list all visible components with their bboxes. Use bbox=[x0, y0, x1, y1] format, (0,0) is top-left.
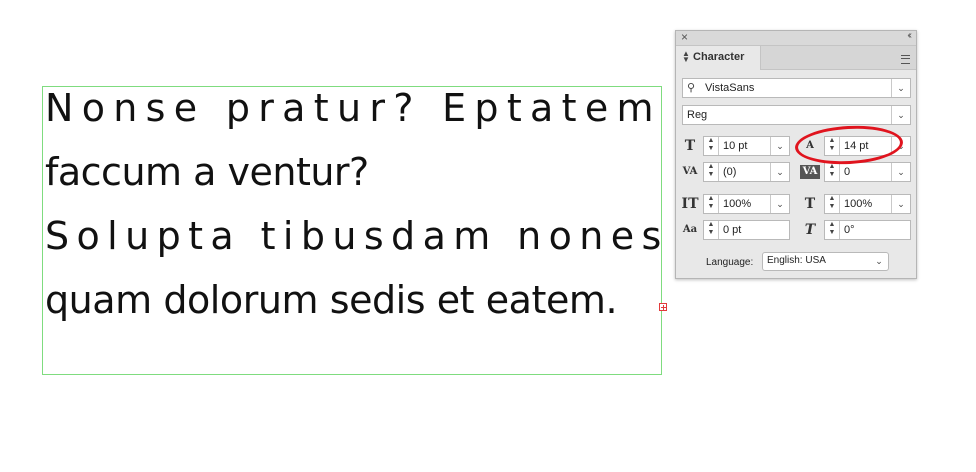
chevron-down-icon[interactable]: ⌄ bbox=[770, 195, 789, 213]
language-value: English: USA bbox=[767, 255, 826, 266]
tracking-icon: VA bbox=[800, 165, 820, 179]
font-style-field[interactable]: Reg ⌄ bbox=[682, 105, 911, 125]
kerning-stepper[interactable]: ▲ ▼ bbox=[704, 163, 719, 181]
horizontal-scale-icon: T bbox=[804, 196, 816, 212]
chevron-down-icon[interactable]: ⌄ bbox=[891, 195, 910, 213]
horizontal-scale-value: 100% bbox=[844, 198, 873, 210]
panel-title: Character bbox=[693, 51, 745, 63]
language-label: Language: bbox=[706, 257, 754, 268]
font-size-value: 10 pt bbox=[723, 140, 748, 152]
overset-text-icon[interactable] bbox=[659, 303, 667, 311]
language-select[interactable]: English: USA ⌄ bbox=[762, 252, 889, 271]
kerning-field[interactable]: ▲ ▼ (0) ⌄ bbox=[703, 162, 790, 182]
panel-title-bar[interactable]: × ‹‹ bbox=[676, 30, 916, 46]
chevron-down-icon[interactable]: ⌄ bbox=[891, 106, 910, 124]
tab-character[interactable]: ▲ ▼ Character bbox=[676, 46, 761, 70]
baseline-shift-value: 0 pt bbox=[723, 224, 742, 236]
vertical-scale-icon: IT bbox=[681, 196, 699, 212]
skew-field[interactable]: ▲ ▼ 0° bbox=[824, 220, 911, 240]
baseline-shift-icon: Aa bbox=[682, 224, 698, 235]
collapse-icon[interactable]: ‹‹ bbox=[907, 30, 911, 41]
tracking-field[interactable]: ▲ ▼ 0 ⌄ bbox=[824, 162, 911, 182]
search-icon: ⚲ bbox=[687, 82, 696, 94]
kerning-value: (0) bbox=[723, 166, 737, 178]
font-family-value: VistaSans bbox=[705, 82, 755, 94]
chevron-down-icon[interactable]: ⌄ bbox=[891, 79, 910, 97]
tracking-stepper[interactable]: ▲ ▼ bbox=[825, 163, 840, 181]
tab-bar bbox=[761, 46, 916, 70]
baseline-shift-stepper[interactable]: ▲ ▼ bbox=[704, 221, 719, 239]
text-line-2: faccum a ventur? bbox=[45, 150, 369, 194]
font-family-field[interactable]: ⚲ VistaSans ⌄ bbox=[682, 78, 911, 98]
text-line-3: Solupta tibusdam nones bbox=[45, 214, 669, 258]
panel-menu-icon[interactable] bbox=[901, 55, 910, 64]
skew-icon: T bbox=[804, 222, 816, 238]
chevron-down-icon[interactable]: ⌄ bbox=[770, 163, 789, 181]
font-size-field[interactable]: ▲ ▼ 10 pt ⌄ bbox=[703, 136, 790, 156]
skew-value: 0° bbox=[844, 224, 855, 236]
chevron-down-icon[interactable]: ⌄ bbox=[870, 253, 888, 270]
horizontal-scale-field[interactable]: ▲ ▼ 100% ⌄ bbox=[824, 194, 911, 214]
text-line-1: Nonse pratur? Eptatem bbox=[45, 86, 662, 130]
font-style-value: Reg bbox=[687, 109, 708, 121]
skew-stepper[interactable]: ▲ ▼ bbox=[825, 221, 840, 239]
vertical-scale-value: 100% bbox=[723, 198, 752, 210]
text-line-4: quam dolorum sedis et eatem. bbox=[45, 278, 618, 322]
horizontal-scale-stepper[interactable]: ▲ ▼ bbox=[825, 195, 840, 213]
vertical-scale-field[interactable]: ▲ ▼ 100% ⌄ bbox=[703, 194, 790, 214]
baseline-shift-field[interactable]: ▲ ▼ 0 pt bbox=[703, 220, 790, 240]
close-icon[interactable]: × bbox=[681, 30, 688, 44]
kerning-icon: VA bbox=[682, 166, 698, 177]
text-frame[interactable]: Nonse pratur? Eptatem faccum a ventur? S… bbox=[42, 86, 662, 375]
chevron-down-icon[interactable]: ⌄ bbox=[770, 137, 789, 155]
chevron-down-icon[interactable]: ⌄ bbox=[891, 163, 910, 181]
tracking-value: 0 bbox=[844, 166, 851, 178]
expand-options-icon[interactable]: ▲ ▼ bbox=[682, 50, 690, 64]
font-size-stepper[interactable]: ▲ ▼ bbox=[704, 137, 719, 155]
vertical-scale-stepper[interactable]: ▲ ▼ bbox=[704, 195, 719, 213]
font-size-icon: T bbox=[684, 138, 696, 154]
